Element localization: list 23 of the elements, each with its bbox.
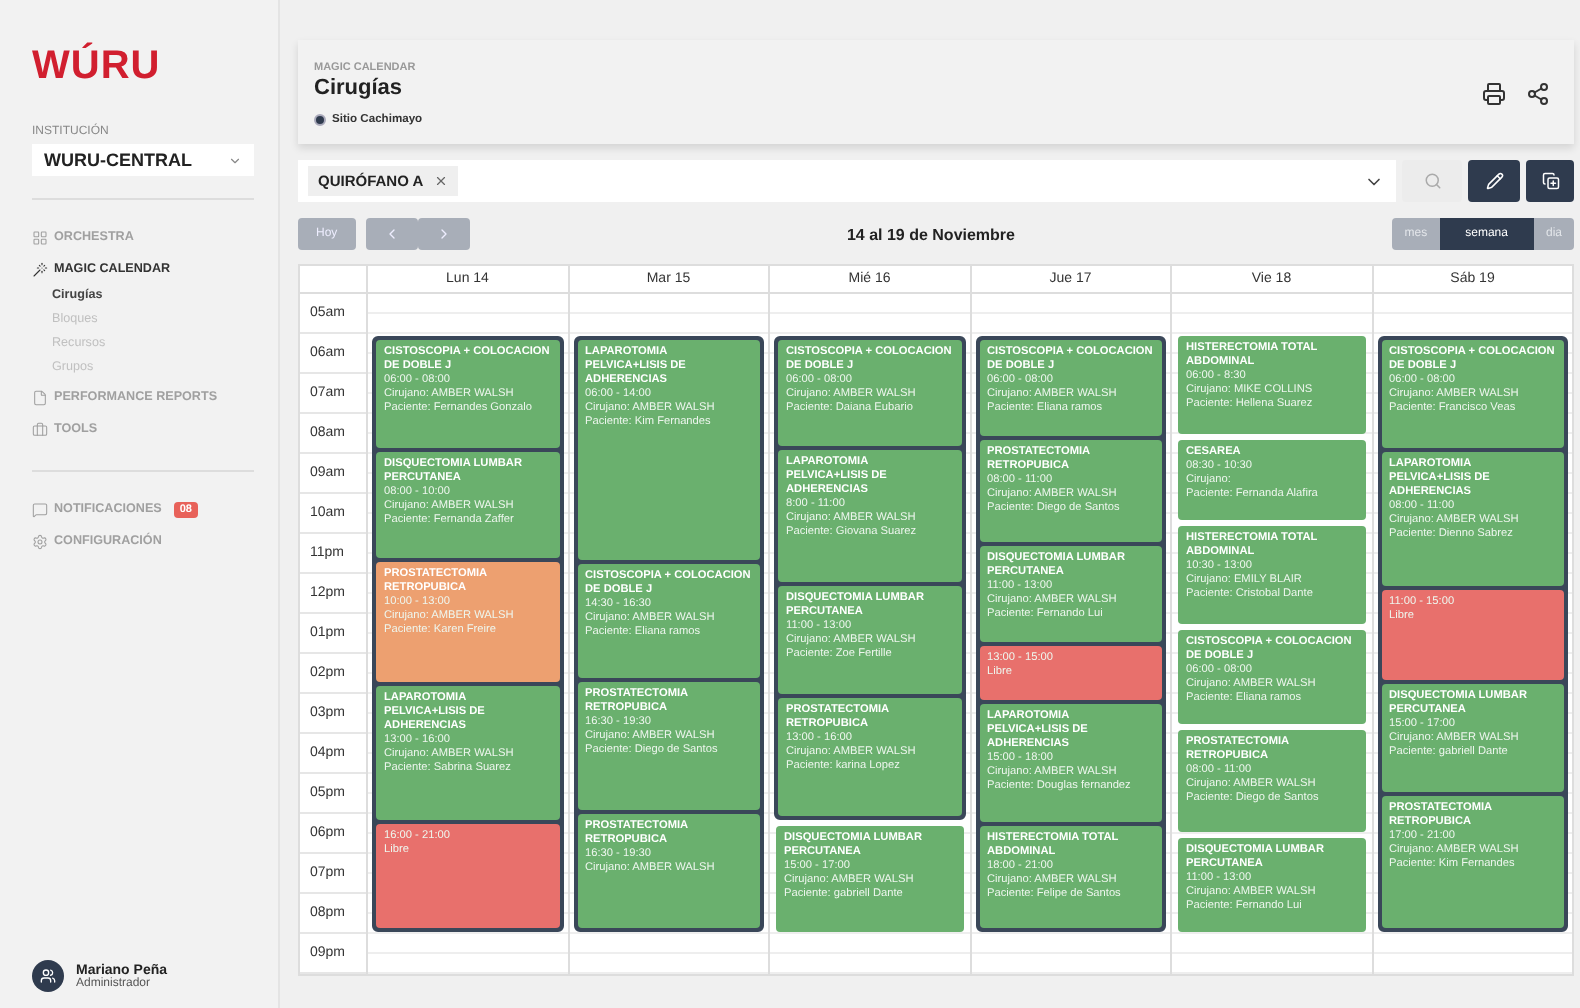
copy-add-icon (1541, 172, 1559, 190)
date-range: 14 al 19 de Noviembre (846, 225, 1015, 243)
chevron-down-icon (228, 153, 242, 167)
logo: WÚRU (32, 44, 163, 90)
add-copy-button[interactable] (1526, 160, 1574, 202)
site-icon (314, 114, 326, 126)
document-icon (32, 389, 48, 405)
page-title: Cirugías (314, 76, 405, 100)
wand-icon (32, 261, 48, 277)
share-button[interactable] (1526, 82, 1550, 106)
share-icon (1526, 82, 1550, 106)
toolbox-icon (32, 421, 48, 437)
edit-button[interactable] (1468, 160, 1520, 202)
print-button[interactable] (1482, 82, 1506, 106)
print-icon (1482, 82, 1506, 106)
message-icon (32, 501, 48, 517)
user-icon (40, 968, 56, 984)
grid-icon (32, 229, 48, 245)
settings-icon (32, 533, 48, 549)
institution-select[interactable]: WURU-CENTRAL (32, 144, 254, 176)
search-icon (1423, 172, 1441, 190)
close-icon[interactable] (433, 174, 448, 188)
pencil-icon (1485, 172, 1503, 190)
